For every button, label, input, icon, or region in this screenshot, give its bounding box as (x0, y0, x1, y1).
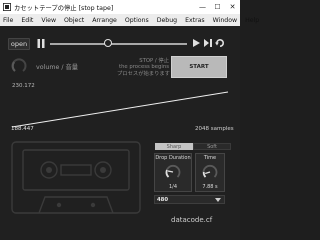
menu-options[interactable]: Options (125, 17, 149, 24)
graph-samples-label: 2048 samples (195, 126, 234, 132)
graph-line (11, 91, 229, 128)
close-button[interactable]: ✕ (225, 0, 240, 14)
maximize-button[interactable]: ☐ (210, 0, 225, 14)
drop-duration-panel: Drop Duration 1/4 (154, 153, 192, 192)
loop-icon[interactable] (215, 38, 225, 48)
app-icon (3, 3, 11, 11)
menu-bar: File Edit View Object Arrange Options De… (0, 14, 259, 26)
menu-window[interactable]: Window (213, 17, 237, 24)
drop-duration-knob[interactable] (165, 164, 181, 180)
skip-icon[interactable] (203, 38, 213, 48)
playback-slider-track[interactable] (50, 43, 187, 45)
mode-tab-sharp[interactable]: Sharp (155, 143, 193, 150)
time-title: Time (203, 155, 217, 161)
window-controls: — ☐ ✕ (195, 0, 240, 14)
waveform-graph (11, 91, 229, 128)
menu-help[interactable]: Help (245, 17, 259, 24)
window-title: カセットテープの停止 [stop tape] (14, 4, 114, 12)
play-icon[interactable] (191, 38, 201, 48)
stop-info-text: STOP / 停止 the process begins プロセスが始まります (117, 58, 170, 77)
mode-tab-soft[interactable]: Soft (193, 143, 231, 150)
playback-slider-knob[interactable] (103, 39, 112, 47)
info-line-3: プロセスが始まります (117, 70, 170, 77)
chevron-down-icon (215, 198, 221, 202)
menu-extras[interactable]: Extras (185, 17, 205, 24)
menu-file[interactable]: File (3, 17, 13, 24)
drop-duration-title: Drop Duration (155, 155, 191, 161)
menu-debug[interactable]: Debug (157, 17, 177, 24)
patch-canvas: open volume / 音量 STOP / 停止 the process b… (0, 26, 240, 240)
rate-dropdown-value: 480 (157, 197, 169, 203)
volume-dial[interactable] (11, 58, 27, 74)
graph-min-label: 188.447 (11, 126, 34, 132)
graph-max-label: 230.172 (12, 83, 35, 89)
menu-object[interactable]: Object (64, 17, 84, 24)
minimize-button[interactable]: — (195, 0, 210, 14)
start-button[interactable]: START (171, 56, 227, 78)
credit-label: datacode.cf (171, 216, 213, 224)
cassette-icon (11, 141, 141, 214)
volume-label: volume / 音量 (36, 64, 79, 71)
title-bar: カセットテープの停止 [stop tape] — ☐ ✕ (0, 0, 240, 14)
time-value: 7.88 s (202, 184, 218, 190)
menu-view[interactable]: View (41, 17, 56, 24)
menu-edit[interactable]: Edit (21, 17, 33, 24)
time-panel: Time 7.88 s (195, 153, 225, 192)
open-button[interactable]: open (8, 38, 30, 50)
info-line-2: the process begins (119, 64, 169, 71)
time-knob[interactable] (202, 164, 218, 180)
rate-dropdown[interactable]: 480 (154, 195, 225, 204)
drop-duration-value: 1/4 (168, 184, 178, 190)
menu-arrange[interactable]: Arrange (92, 17, 117, 24)
pause-icon[interactable] (37, 39, 45, 48)
